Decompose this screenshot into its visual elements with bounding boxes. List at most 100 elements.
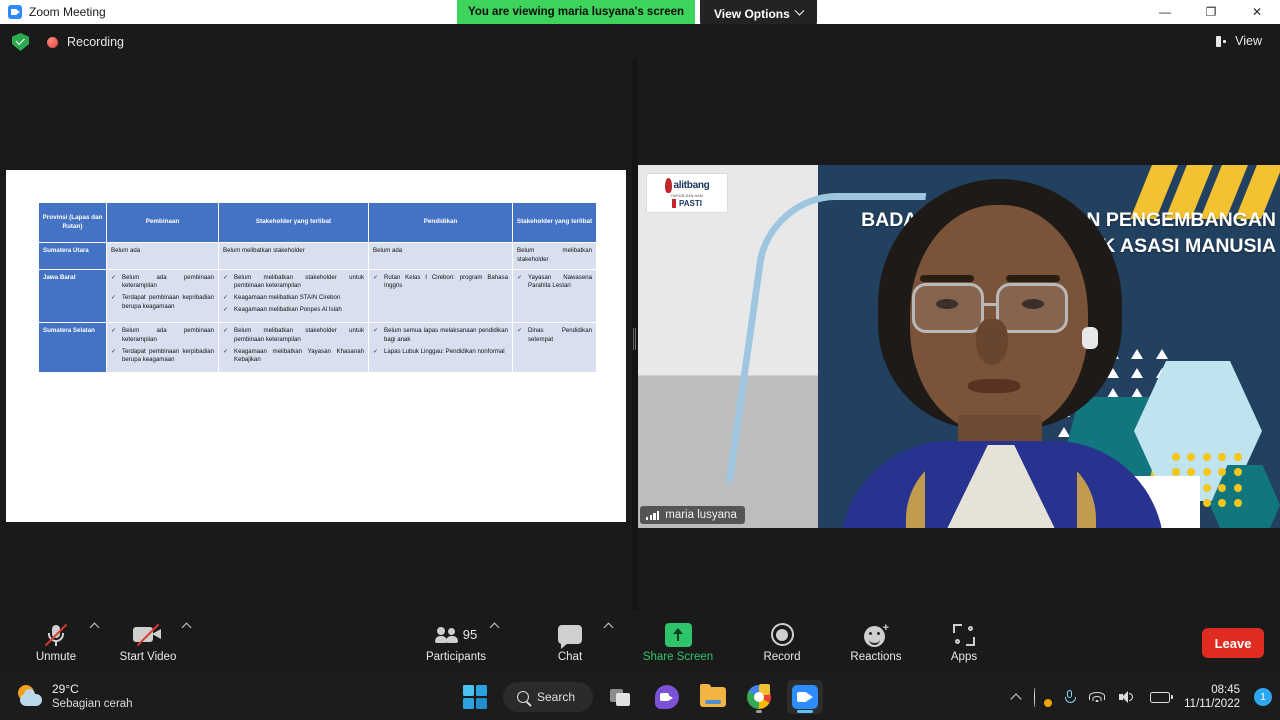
view-layout-button[interactable]: View: [1206, 29, 1272, 53]
task-view-button[interactable]: [603, 680, 639, 714]
encryption-shield-icon[interactable]: [12, 33, 29, 51]
minimize-button[interactable]: —: [1142, 0, 1188, 24]
share-screen-icon: [665, 622, 692, 648]
clock-date: 11/11/2022: [1184, 697, 1240, 711]
checkmark-list-item: Rutan Kelas I Cirebon: program Bahasa In…: [373, 274, 508, 292]
close-button[interactable]: ✕: [1234, 0, 1280, 24]
start-video-button[interactable]: Start Video: [110, 614, 186, 670]
participant-name-badge: maria lusyana: [640, 506, 745, 524]
audio-options-chevron-icon[interactable]: [90, 623, 100, 633]
checkmark-list-item: Terdapat pembinaan kerpibadian berupa ke…: [111, 348, 214, 366]
recording-indicator-icon[interactable]: [47, 37, 58, 48]
tray-expand-button[interactable]: [1012, 692, 1020, 703]
checkmark-list-item: Belum ada pembinaan keterampilan: [111, 274, 214, 292]
task-view-icon: [610, 689, 632, 706]
participants-chevron-icon[interactable]: [490, 623, 500, 633]
checkmark-list: Belum melibatkan stakeholder untuk pembi…: [223, 274, 364, 315]
reactions-icon: +: [864, 622, 888, 648]
microphone-muted-icon: [43, 622, 69, 648]
layout-view-icon: [1216, 36, 1229, 47]
participant-name-label: maria lusyana: [665, 509, 737, 521]
volume-icon[interactable]: [1119, 690, 1136, 704]
clock-time: 08:45: [1184, 683, 1240, 697]
figure-brow-right: [1006, 275, 1060, 282]
checkmark-list: Belum melibatkan stakeholder untuk pembi…: [223, 327, 364, 365]
taskbar-chat-app[interactable]: [649, 680, 685, 714]
taskbar-clock[interactable]: 08:45 11/11/2022: [1184, 683, 1240, 712]
weather-text: 29°C Sebagian cerah: [52, 682, 133, 711]
figure-glasses-bridge: [984, 303, 996, 306]
taskbar-file-explorer[interactable]: [695, 680, 731, 714]
viewing-screen-banner: You are viewing maria lusyana's screen: [457, 0, 695, 24]
zoom-meeting-window: Zoom Meeting — ❐ ✕ You are viewing maria…: [0, 0, 1280, 720]
microphone-tray-icon[interactable]: [1065, 690, 1074, 704]
table-body: Sumatera UtaraBelum adaBelum melibatkan …: [39, 243, 597, 373]
checkmark-list-item: Lapas Lubuk Linggau: Pendidikan nonforma…: [373, 348, 508, 357]
reactions-button[interactable]: + Reactions: [838, 614, 914, 670]
taskbar-zoom[interactable]: [787, 680, 823, 714]
shared-screen-area[interactable]: Provinsi (Lapas dan Rutan) Pembinaan Sta…: [0, 60, 632, 610]
search-icon: [517, 691, 529, 703]
video-options-chevron-icon[interactable]: [182, 623, 192, 633]
figure-glasses-right: [996, 283, 1068, 333]
sync-status-icon[interactable]: [1034, 689, 1051, 706]
checkmark-list: Dinas Pendidikan setempat: [517, 327, 592, 345]
share-screen-label: Share Screen: [643, 651, 713, 663]
balitbang-logo: alitbang HUKUM DAN HAM PASTI: [646, 173, 728, 213]
checkmark-list: Belum ada pembinaan keterampilanTerdapat…: [111, 274, 214, 312]
leave-button[interactable]: Leave: [1202, 628, 1264, 658]
chat-label: Chat: [558, 651, 582, 663]
folder-icon: [700, 687, 726, 707]
share-screen-button[interactable]: Share Screen: [630, 614, 726, 670]
camera-off-icon: [133, 622, 163, 648]
checkmark-list: Yayasan Nawasena Parahita Lestari: [517, 274, 592, 292]
figure-earbud: [1082, 327, 1098, 349]
table-cell: Belum ada pembinaan keterampilanTerdapat…: [107, 269, 219, 322]
presentation-table: Provinsi (Lapas dan Rutan) Pembinaan Sta…: [38, 202, 597, 373]
maximize-restore-button[interactable]: ❐: [1188, 0, 1234, 24]
record-button[interactable]: Record: [744, 614, 820, 670]
chat-button[interactable]: Chat: [532, 614, 608, 670]
meeting-top-strip: Recording View: [0, 24, 1280, 60]
chat-icon: [558, 622, 582, 648]
partly-sunny-icon: [16, 685, 44, 709]
taskbar-weather-widget[interactable]: 29°C Sebagian cerah: [16, 682, 133, 711]
checkmark-list: Rutan Kelas I Cirebon: program Bahasa In…: [373, 274, 508, 292]
table-cell: Belum ada: [369, 243, 513, 270]
teams-chat-icon: [655, 685, 679, 709]
participants-button[interactable]: 95 Participants: [418, 614, 494, 670]
record-label: Record: [763, 651, 800, 663]
table-cell-province: Jawa Barat: [39, 269, 107, 322]
reactions-label: Reactions: [850, 651, 901, 663]
view-options-button[interactable]: View Options: [700, 0, 817, 27]
window-title: Zoom Meeting: [29, 5, 106, 19]
wifi-icon[interactable]: [1088, 691, 1105, 704]
view-layout-label: View: [1235, 34, 1262, 48]
table-cell: Belum ada pembinaan keterampilanTerdapat…: [107, 322, 219, 372]
apps-label: Apps: [951, 651, 977, 663]
checkmark-list-item: Belum semua lapas melaksanaan pendidikan…: [373, 327, 508, 345]
windows-start-icon: [463, 685, 487, 709]
taskbar-chrome[interactable]: [741, 680, 777, 714]
notification-badge[interactable]: 1: [1254, 688, 1272, 706]
battery-icon[interactable]: [1150, 692, 1170, 703]
checkmark-list-item: Belum melibatkan stakeholder untuk pembi…: [223, 274, 364, 292]
logo-pasti-badge: PASTI: [672, 199, 702, 208]
recording-label: Recording: [67, 35, 124, 49]
table-cell: Yayasan Nawasena Parahita Lestari: [513, 269, 597, 322]
figure-mouth: [968, 379, 1020, 393]
zoom-taskbar-icon: [792, 685, 818, 709]
divider-grip-icon[interactable]: [633, 328, 637, 350]
video-tile-maria-lusyana[interactable]: alitbang HUKUM DAN HAM PASTI BADAN PENEL…: [638, 165, 1280, 528]
checkmark-list-item: Keagamaan melibatkan Ponpes Al Islah: [223, 306, 364, 315]
apps-button[interactable]: Apps: [926, 614, 1002, 670]
start-button[interactable]: [457, 680, 493, 714]
figure-brow-left: [920, 275, 974, 282]
search-label: Search: [537, 690, 575, 704]
participants-label: Participants: [426, 651, 486, 663]
unmute-button[interactable]: Unmute: [18, 614, 94, 670]
taskbar-search-box[interactable]: Search: [503, 682, 593, 712]
chat-chevron-icon[interactable]: [604, 623, 614, 633]
taskbar-center-group: Search: [457, 680, 823, 714]
meeting-controls-toolbar: Unmute Start Video 95 Participants: [0, 610, 1280, 674]
